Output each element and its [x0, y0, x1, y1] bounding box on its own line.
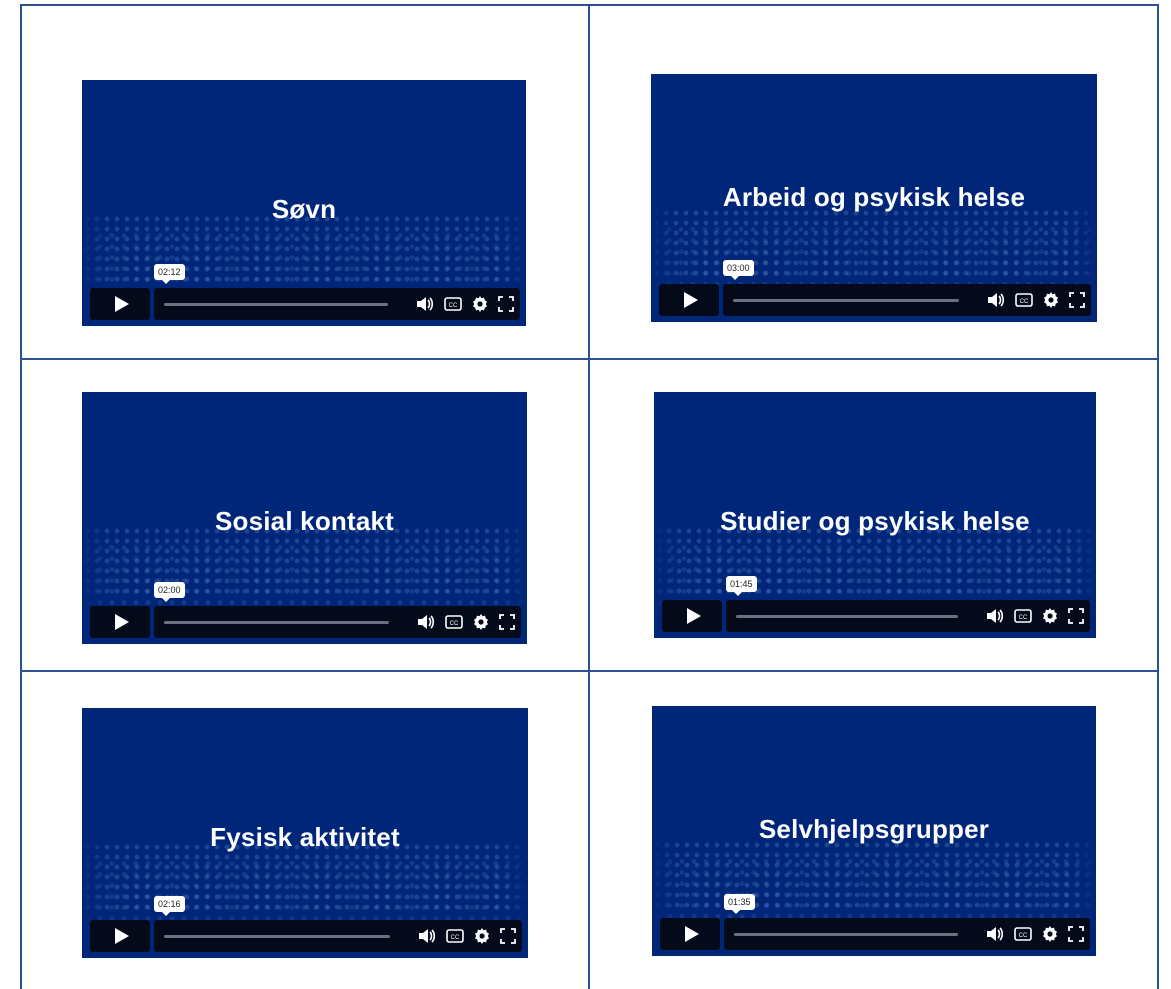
play-button[interactable]: [662, 600, 722, 632]
volume-icon[interactable]: [987, 292, 1005, 308]
video-title: Sosial kontakt: [214, 506, 395, 536]
player-controls: 01:35 CC: [660, 894, 1090, 950]
control-icons: CC: [417, 606, 515, 638]
settings-icon[interactable]: [1042, 926, 1058, 942]
captions-icon[interactable]: CC: [446, 929, 464, 943]
progress-track[interactable]: [164, 303, 388, 306]
captions-icon[interactable]: CC: [1014, 927, 1032, 941]
duration-label: 02:12: [154, 264, 185, 284]
svg-text:CC: CC: [1020, 299, 1029, 305]
fullscreen-icon[interactable]: [1068, 608, 1084, 624]
table-column-divider: [588, 4, 590, 989]
duration-label: 02:16: [154, 896, 185, 916]
svg-text:CC: CC: [451, 935, 460, 941]
fullscreen-icon[interactable]: [1068, 926, 1084, 942]
control-icons: CC: [416, 288, 514, 320]
video-player[interactable]: Selvhjelpsgrupper 01:35 CC: [652, 706, 1096, 956]
settings-icon[interactable]: [472, 296, 488, 312]
background-pattern: [82, 858, 528, 928]
play-button[interactable]: [90, 606, 150, 638]
play-button[interactable]: [90, 920, 150, 952]
duration-label: 03:00: [723, 260, 754, 280]
play-button[interactable]: [659, 284, 719, 316]
control-icons: CC: [986, 918, 1084, 950]
background-pattern: [82, 542, 527, 612]
settings-icon[interactable]: [474, 928, 490, 944]
play-icon: [684, 926, 699, 942]
control-icons: CC: [987, 284, 1085, 316]
volume-icon[interactable]: [418, 928, 436, 944]
video-player[interactable]: Sosial kontakt 02:00 CC: [82, 392, 527, 644]
table-border-left: [20, 4, 22, 989]
video-title: Studier og psykisk helse: [720, 506, 1030, 536]
play-icon: [114, 296, 129, 312]
control-bar: 02:12 CC: [154, 264, 520, 320]
duration-label: 01:35: [724, 894, 755, 914]
video-title: Arbeid og psykisk helse: [722, 182, 1026, 212]
play-button[interactable]: [90, 288, 150, 320]
duration-label: 01:45: [726, 576, 757, 596]
fullscreen-icon[interactable]: [500, 928, 516, 944]
video-title: Søvn: [271, 194, 337, 224]
video-title: Selvhjelpsgrupper: [758, 814, 990, 844]
volume-icon[interactable]: [986, 926, 1004, 942]
fullscreen-icon[interactable]: [499, 614, 515, 630]
svg-text:CC: CC: [450, 621, 459, 627]
control-icons: CC: [986, 600, 1084, 632]
table-border-right: [1157, 4, 1159, 989]
progress-track[interactable]: [733, 299, 959, 302]
captions-icon[interactable]: CC: [1015, 293, 1033, 307]
control-bar: 02:16 CC: [154, 896, 522, 952]
video-player[interactable]: Studier og psykisk helse 01:45 CC: [654, 392, 1096, 638]
video-title: Fysisk aktivitet: [210, 822, 400, 852]
volume-icon[interactable]: [416, 296, 434, 312]
play-button[interactable]: [660, 918, 720, 950]
volume-icon[interactable]: [417, 614, 435, 630]
svg-text:CC: CC: [1019, 933, 1028, 939]
player-controls: 03:00 CC: [659, 260, 1091, 316]
duration-label: 02:00: [154, 582, 185, 602]
volume-icon[interactable]: [986, 608, 1004, 624]
fullscreen-icon[interactable]: [1069, 292, 1085, 308]
video-player[interactable]: Arbeid og psykisk helse 03:00 CC: [651, 74, 1097, 322]
control-bar: 02:00 CC: [154, 582, 521, 638]
play-icon: [683, 292, 698, 308]
player-controls: 02:12 CC: [90, 264, 520, 320]
progress-track[interactable]: [164, 621, 389, 624]
video-player[interactable]: Søvn 02:12 CC: [82, 80, 526, 326]
captions-icon[interactable]: CC: [1014, 609, 1032, 623]
svg-text:CC: CC: [449, 303, 458, 309]
control-bar: 03:00 CC: [723, 260, 1091, 316]
svg-text:CC: CC: [1019, 615, 1028, 621]
progress-track[interactable]: [734, 933, 958, 936]
control-bar: 01:45 CC: [726, 576, 1090, 632]
settings-icon[interactable]: [1043, 292, 1059, 308]
background-pattern: [652, 856, 1096, 926]
control-icons: CC: [418, 920, 516, 952]
progress-track[interactable]: [736, 615, 958, 618]
settings-icon[interactable]: [1042, 608, 1058, 624]
video-table: Søvn 02:12 CC Arbeid og psykisk helse 03: [0, 0, 1171, 989]
player-controls: 02:00 CC: [90, 582, 521, 638]
play-icon: [114, 928, 129, 944]
player-controls: 01:45 CC: [662, 576, 1090, 632]
play-icon: [686, 608, 701, 624]
video-player[interactable]: Fysisk aktivitet 02:16 CC: [82, 708, 528, 958]
captions-icon[interactable]: CC: [444, 297, 462, 311]
play-icon: [114, 614, 129, 630]
player-controls: 02:16 CC: [90, 896, 522, 952]
captions-icon[interactable]: CC: [445, 615, 463, 629]
fullscreen-icon[interactable]: [498, 296, 514, 312]
settings-icon[interactable]: [473, 614, 489, 630]
control-bar: 01:35 CC: [724, 894, 1090, 950]
progress-track[interactable]: [164, 935, 390, 938]
